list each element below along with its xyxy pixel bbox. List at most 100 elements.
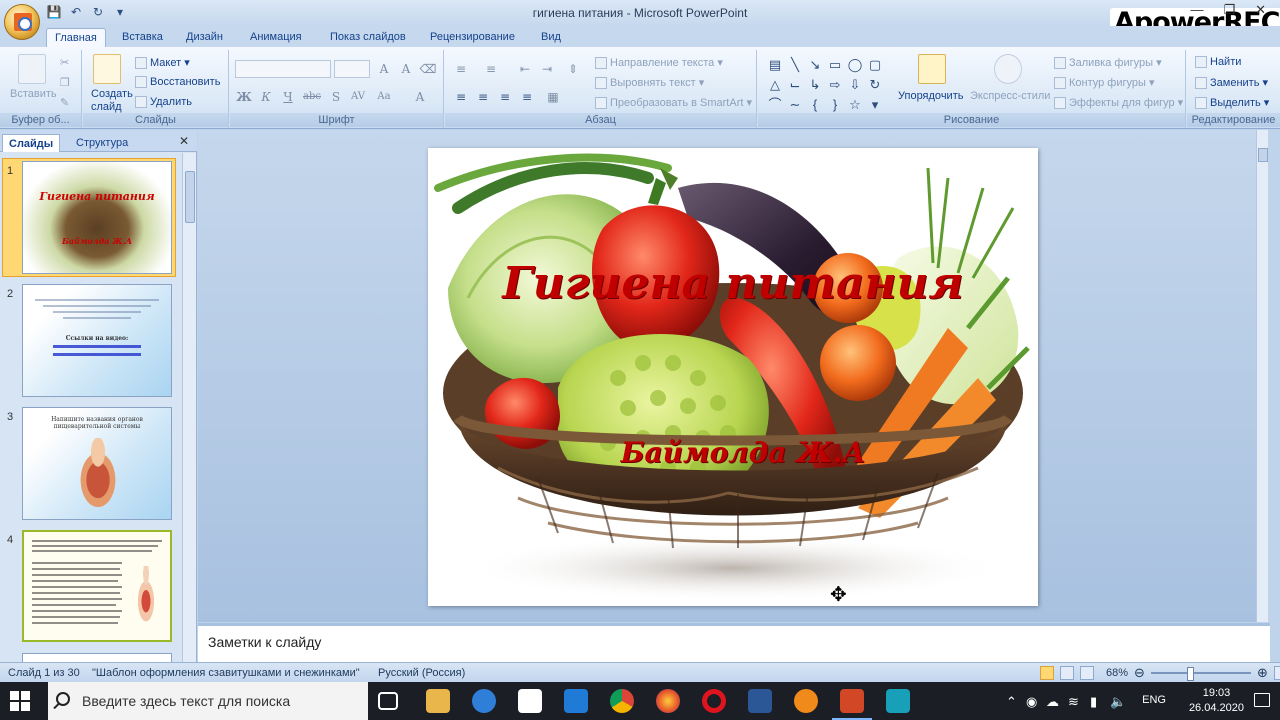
font-size-field[interactable] xyxy=(334,60,370,78)
triangle-shape-icon[interactable]: △ xyxy=(766,76,784,94)
arrange-button[interactable]: Упорядочить xyxy=(898,90,963,102)
numbering-icon[interactable]: ≡ xyxy=(481,60,501,78)
select-button[interactable]: Выделить xyxy=(1210,97,1261,109)
slide-scrollbar[interactable] xyxy=(1256,130,1268,622)
thumbnails-scrollbar[interactable] xyxy=(182,153,196,662)
clear-format-icon[interactable]: ⌫ xyxy=(418,60,438,78)
onedrive-icon[interactable]: ☁ xyxy=(1046,694,1059,710)
slide-subtitle[interactable]: Баймолда Ж.А xyxy=(428,436,1038,469)
tab-slideshow[interactable]: Показ слайдов xyxy=(322,28,414,47)
slide-thumbnail-image[interactable]: Напишите названия органов пищеварительно… xyxy=(22,407,172,520)
task-view-icon[interactable] xyxy=(378,692,398,710)
notes-pane[interactable]: Заметки к слайду xyxy=(198,623,1270,662)
rounded-rect-shape-icon[interactable]: ▢ xyxy=(866,56,884,74)
left-brace-shape-icon[interactable]: { xyxy=(806,96,824,114)
show-hidden-icons-icon[interactable]: ⌃ xyxy=(1006,694,1017,710)
tab-slides[interactable]: Слайды xyxy=(2,134,61,152)
replace-button[interactable]: Заменить xyxy=(1210,77,1259,89)
zoom-level[interactable]: 68% xyxy=(1106,667,1128,679)
opera-icon[interactable] xyxy=(702,689,726,713)
volume-icon[interactable]: 🔈 xyxy=(1110,694,1126,710)
freeform-shape-icon[interactable]: ↻ xyxy=(866,76,884,94)
shrink-font-icon[interactable]: A xyxy=(396,60,416,78)
increase-indent-icon[interactable]: ⇥ xyxy=(537,60,557,78)
more-shapes-icon[interactable]: ▾ xyxy=(866,96,884,114)
change-case-icon[interactable]: Aa xyxy=(374,88,394,106)
align-center-icon[interactable]: ≡ xyxy=(473,88,493,106)
clock[interactable]: 19:03 26.04.2020 xyxy=(1189,686,1244,716)
columns-icon[interactable]: ▦ xyxy=(543,88,563,106)
network-icon[interactable]: ≋ xyxy=(1068,694,1079,710)
reset-button[interactable]: Восстановить xyxy=(150,76,220,88)
notifications-icon[interactable] xyxy=(1254,693,1270,707)
smartart-button[interactable]: Преобразовать в SmartArt xyxy=(610,97,743,109)
grow-font-icon[interactable]: A xyxy=(374,60,394,78)
line-spacing-icon[interactable]: ⇕ xyxy=(563,60,583,78)
curve-shape-icon[interactable]: ∼ xyxy=(786,96,804,114)
new-slide-button-line2[interactable]: слайд xyxy=(91,101,122,113)
font-name-field[interactable] xyxy=(235,60,331,78)
zoom-in-icon[interactable]: ⊕ xyxy=(1257,665,1268,681)
tab-view[interactable]: Вид xyxy=(533,28,569,47)
quick-styles-icon[interactable] xyxy=(994,54,1022,84)
restore-icon[interactable]: ❐ xyxy=(1223,2,1235,18)
tab-outline[interactable]: Структура xyxy=(70,134,134,152)
char-spacing-icon[interactable]: AV xyxy=(348,88,368,106)
input-language[interactable]: ENG xyxy=(1142,694,1166,706)
cut-icon[interactable]: ✂ xyxy=(60,56,69,69)
strikethrough-icon[interactable]: abc xyxy=(302,88,322,106)
pane-close-icon[interactable]: ✕ xyxy=(179,134,189,148)
justify-icon[interactable]: ≡ xyxy=(517,88,537,106)
slideshow-view-icon[interactable] xyxy=(1080,666,1094,680)
textbox-shape-icon[interactable]: ▤ xyxy=(766,56,784,74)
align-text-button[interactable]: Выровнять текст xyxy=(610,77,696,89)
file-explorer-icon[interactable] xyxy=(426,689,450,713)
tab-design[interactable]: Дизайн xyxy=(178,28,231,47)
right-arrow-shape-icon[interactable]: ⇨ xyxy=(826,76,844,94)
copy-icon[interactable]: ❐ xyxy=(60,76,70,89)
windows-start-icon[interactable] xyxy=(10,691,30,711)
current-slide[interactable]: Гигиена питания Баймолда Ж.А xyxy=(428,148,1038,606)
slide-thumbnail-image[interactable]: Ссылки на видео: xyxy=(22,284,172,397)
minimize-icon[interactable]: — xyxy=(1190,2,1203,18)
taskbar-search[interactable]: Введите здесь текст для поиска xyxy=(48,682,368,720)
tab-home[interactable]: Главная xyxy=(46,28,106,47)
language-status[interactable]: Русский (Россия) xyxy=(378,667,465,679)
slide-thumbnail-image[interactable] xyxy=(22,530,172,642)
tab-animation[interactable]: Анимация xyxy=(242,28,310,47)
star-shape-icon[interactable]: ☆ xyxy=(846,96,864,114)
delete-button[interactable]: Удалить xyxy=(150,96,192,108)
align-left-icon[interactable]: ≡ xyxy=(451,88,471,106)
edge-browser-icon[interactable] xyxy=(472,689,496,713)
battery-icon[interactable]: ▮ xyxy=(1090,694,1097,710)
office-button[interactable] xyxy=(4,4,40,40)
powerpoint-taskbar-icon[interactable] xyxy=(832,689,872,720)
tab-insert[interactable]: Вставка xyxy=(114,28,171,47)
rectangle-shape-icon[interactable]: ▭ xyxy=(826,56,844,74)
mail-icon[interactable] xyxy=(564,689,588,713)
elbow-connector-shape-icon[interactable]: ⌙ xyxy=(786,76,804,94)
arrange-icon[interactable] xyxy=(918,54,946,84)
tab-review[interactable]: Рецензирование xyxy=(422,28,523,47)
underline-icon[interactable]: Ч xyxy=(278,88,298,106)
zoom-out-icon[interactable]: ⊖ xyxy=(1134,665,1145,681)
shape-outline-button[interactable]: Контур фигуры xyxy=(1069,77,1146,89)
format-painter-icon[interactable]: ✎ xyxy=(60,96,69,109)
quick-styles-button[interactable]: Экспресс-стили xyxy=(970,90,1050,102)
recorder-app-icon[interactable] xyxy=(886,689,910,713)
store-icon[interactable] xyxy=(518,689,542,713)
align-right-icon[interactable]: ≡ xyxy=(495,88,515,106)
down-arrow-shape-icon[interactable]: ⇩ xyxy=(846,76,864,94)
paste-button[interactable]: Вставить xyxy=(10,88,57,100)
new-slide-button[interactable]: Создать xyxy=(91,88,133,100)
bold-icon[interactable]: Ж xyxy=(234,88,254,106)
arc-shape-icon[interactable]: ⌒ xyxy=(766,96,784,114)
decrease-indent-icon[interactable]: ⇤ xyxy=(515,60,535,78)
browser-e-icon[interactable] xyxy=(794,689,818,713)
fit-to-window-icon[interactable] xyxy=(1273,666,1280,680)
zoom-slider[interactable] xyxy=(1150,667,1251,681)
new-slide-icon[interactable] xyxy=(93,54,121,84)
find-button[interactable]: Найти xyxy=(1210,56,1241,68)
slide-title[interactable]: Гигиена питания xyxy=(428,258,1038,309)
line-shape-icon[interactable]: ╲ xyxy=(786,56,804,74)
